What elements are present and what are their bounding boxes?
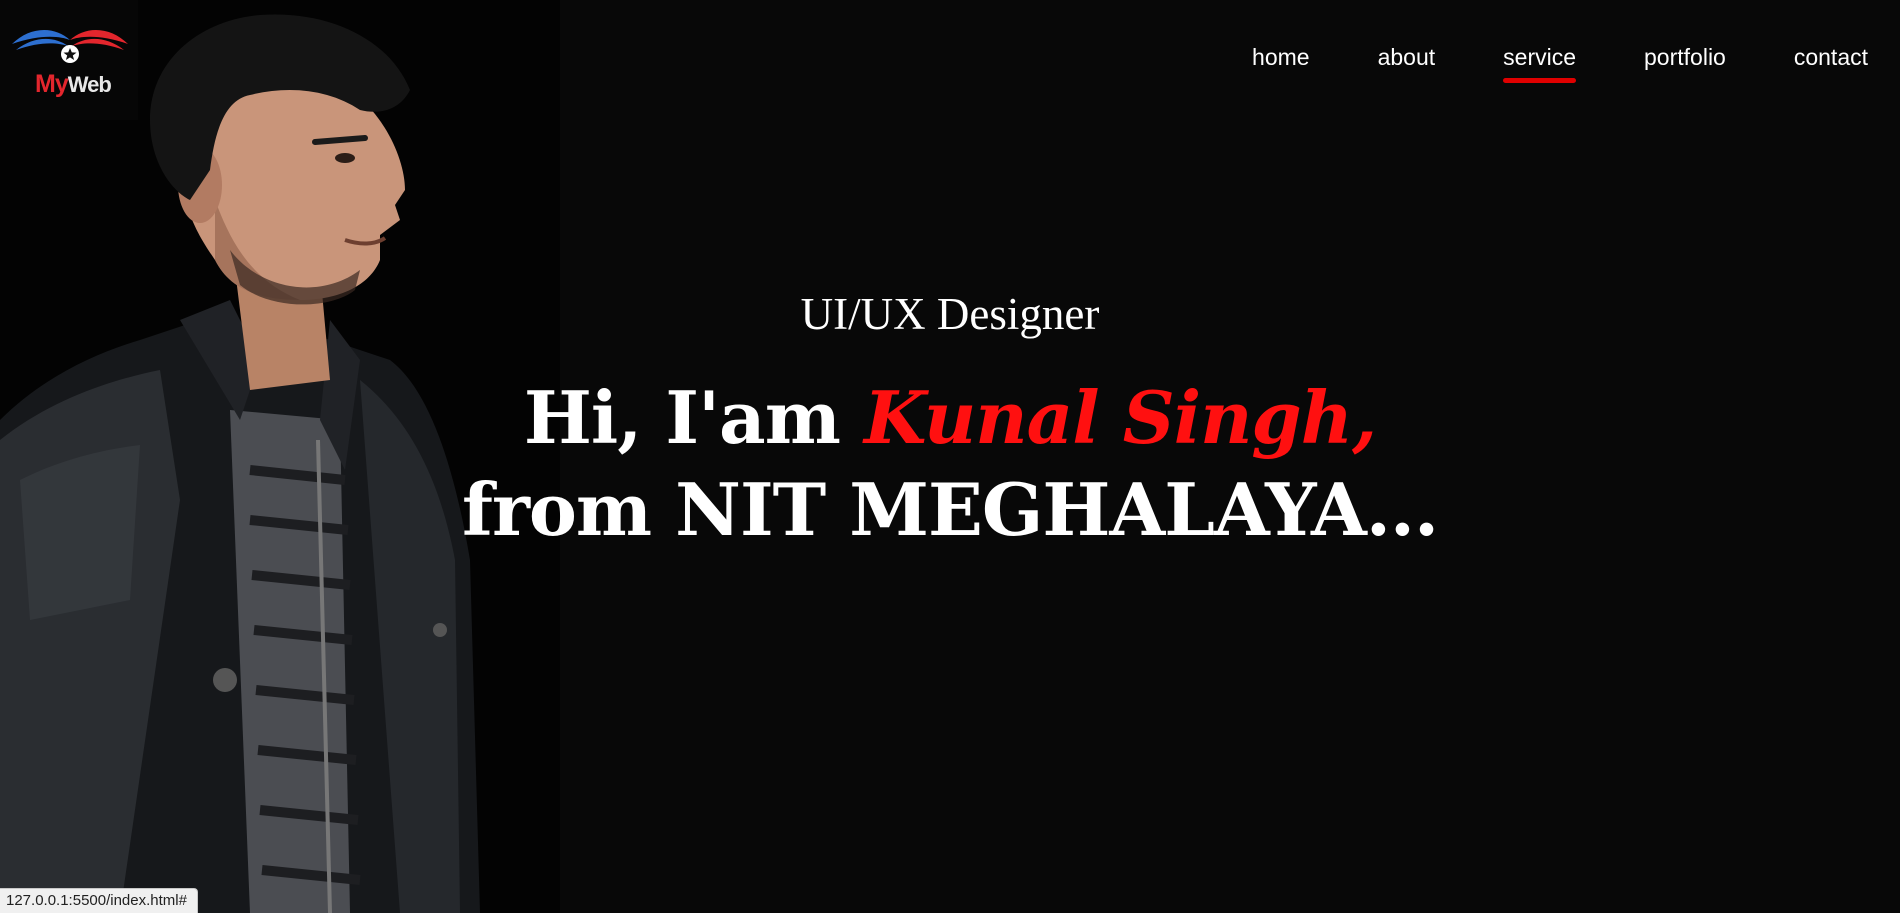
nav-contact[interactable]: contact: [1794, 44, 1868, 77]
hero-section: UI/UX Designer Hi, I'am Kunal Singh, fro…: [420, 286, 1480, 556]
site-logo[interactable]: MyWeb: [0, 0, 138, 120]
nav-home[interactable]: home: [1252, 44, 1310, 77]
browser-status-url: 127.0.0.1:5500/index.html#: [0, 888, 198, 913]
main-nav: home about service portfolio contact: [1184, 44, 1868, 83]
page: MyWeb home about service portfolio conta…: [0, 0, 1900, 913]
hero-line2: from NIT MEGHALAYA...: [461, 467, 1439, 552]
logo-wordmark: MyWeb: [35, 70, 112, 99]
hero-greeting: Hi, I'am: [523, 375, 864, 460]
nav-service[interactable]: service: [1503, 44, 1576, 83]
nav-portfolio[interactable]: portfolio: [1644, 44, 1726, 77]
logo-text-my: My: [35, 70, 69, 98]
hero-name: Kunal Singh,: [863, 375, 1377, 460]
hero-headline: Hi, I'am Kunal Singh, from NIT MEGHALAYA…: [420, 372, 1480, 556]
logo-text-web: Web: [67, 72, 112, 97]
hero-subtitle: UI/UX Designer: [800, 289, 1100, 339]
nav-about[interactable]: about: [1378, 44, 1436, 77]
eagle-logo-icon: [12, 29, 128, 63]
